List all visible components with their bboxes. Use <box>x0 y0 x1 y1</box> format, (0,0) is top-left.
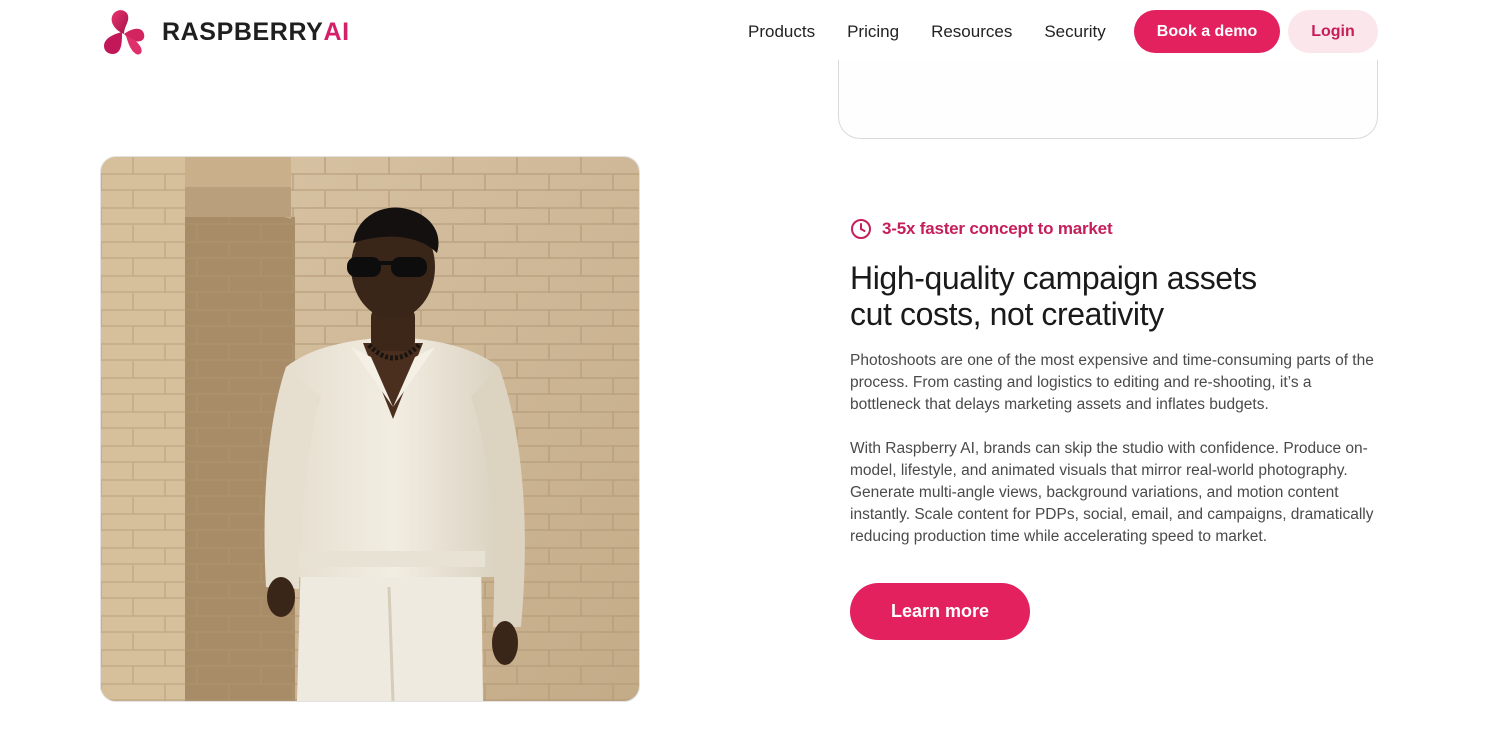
model-photo-image <box>101 157 639 701</box>
feature-headline: High-quality campaign assets cut costs, … <box>850 260 1310 332</box>
brand-logo[interactable]: RASPBERRY AI <box>100 8 350 56</box>
feature-paragraph-1: Photoshoots are one of the most expensiv… <box>850 352 1374 413</box>
login-button[interactable]: Login <box>1288 10 1378 53</box>
main-nav: Products Pricing Resources Security <box>748 10 1138 53</box>
clock-icon <box>851 219 871 239</box>
nav-security[interactable]: Security <box>1044 22 1105 42</box>
brand-name-accent: AI <box>323 17 350 46</box>
nav-resources[interactable]: Resources <box>931 22 1012 42</box>
previous-card <box>838 60 1378 139</box>
nav-products[interactable]: Products <box>748 22 815 42</box>
book-demo-button[interactable]: Book a demo <box>1134 10 1280 53</box>
feature-section: 3-5x faster concept to market High-quali… <box>850 214 1390 548</box>
headline-line-2: cut costs, not creativity <box>850 296 1164 332</box>
campaign-model-photo <box>100 156 640 702</box>
feature-eyebrow: 3-5x faster concept to market <box>850 214 1390 244</box>
raspberry-logo-icon <box>104 10 145 55</box>
nav-pricing[interactable]: Pricing <box>847 22 899 42</box>
learn-more-button[interactable]: Learn more <box>850 583 1030 640</box>
feature-paragraph-2: With Raspberry AI, brands can skip the s… <box>850 440 1374 545</box>
eyebrow-text: 3-5x faster concept to market <box>882 219 1113 238</box>
headline-line-1: High-quality campaign assets <box>850 260 1257 296</box>
brand-name: RASPBERRY <box>162 17 324 46</box>
brand-wordmark: RASPBERRY AI <box>162 18 350 47</box>
site-header: RASPBERRY AI Products Pricing Resources S… <box>0 0 1495 64</box>
